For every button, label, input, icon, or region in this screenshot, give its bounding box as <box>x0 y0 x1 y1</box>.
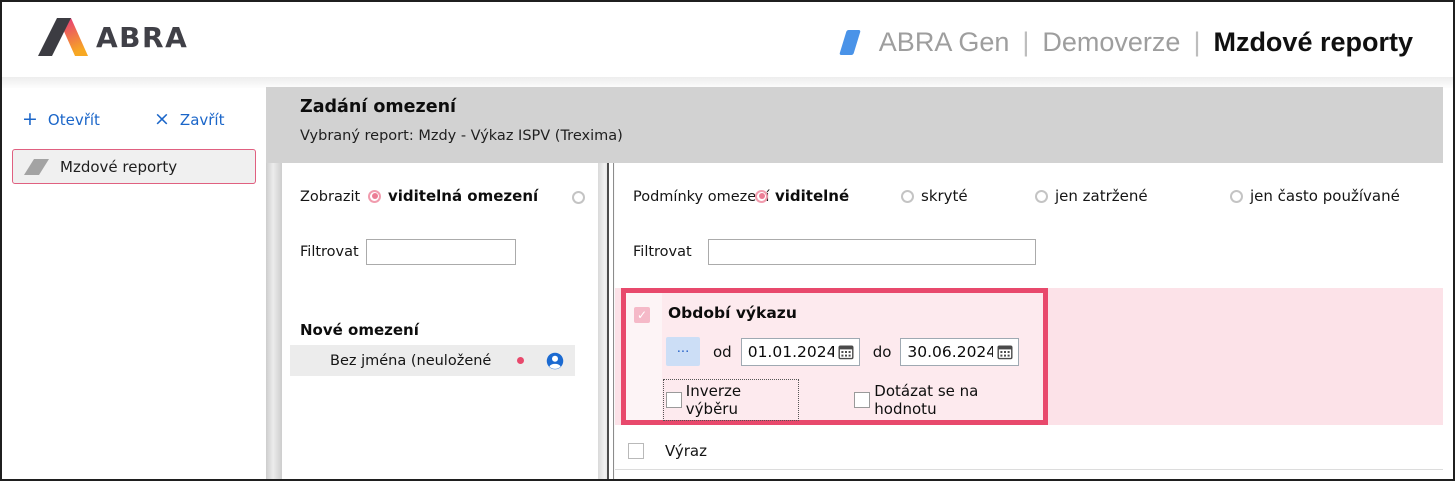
from-label: od <box>713 343 732 361</box>
radio-selected-icon[interactable] <box>755 190 768 203</box>
unsaved-dot-icon <box>517 357 524 364</box>
condition-title: Období výkazu <box>668 304 797 322</box>
condition-controls: ... od do <box>666 337 1019 366</box>
radio-icon[interactable] <box>1035 190 1048 203</box>
mid-splitter[interactable] <box>598 163 615 479</box>
radio-visible-label: viditelné <box>775 187 849 205</box>
breadcrumb-app: ABRA Gen <box>879 27 1010 58</box>
date-to-field[interactable] <box>900 338 1019 366</box>
ask-value-label: Dotázat se na hodnotu <box>874 382 1043 418</box>
panel-title: Zadání omezení <box>300 97 456 117</box>
app-header: ABRA ABRA Gen | Demoverze | Mzdové repor… <box>2 2 1453 77</box>
row-separator <box>615 469 1443 470</box>
calendar-icon[interactable] <box>997 344 1013 360</box>
more-button[interactable]: ... <box>666 337 700 366</box>
condition-options: Inverze výběru Dotázat se na hodnotu <box>666 382 1043 418</box>
checkbox-icon[interactable] <box>666 392 682 408</box>
calendar-icon[interactable] <box>838 344 854 360</box>
expression-checkbox[interactable] <box>628 443 644 459</box>
breadcrumb-separator: | <box>1022 27 1029 58</box>
close-icon: × <box>154 110 170 129</box>
radio-checked-only[interactable]: jen zatržené <box>1035 187 1148 205</box>
logo-wordmark: ABRA <box>96 21 188 54</box>
conditions-label: Podmínky omezení <box>633 189 769 205</box>
date-from-field[interactable] <box>741 338 860 366</box>
app-window: ABRA ABRA Gen | Demoverze | Mzdové repor… <box>0 0 1455 481</box>
left-splitter[interactable] <box>266 163 282 479</box>
sidebar: + Otevřít × Zavřít Mzdové reporty <box>2 88 264 479</box>
invert-selection-option[interactable]: Inverze výběru <box>666 382 796 418</box>
radio-frequent-only-label: jen často používané <box>1250 187 1400 205</box>
left-filter-input[interactable] <box>366 239 516 265</box>
checkbox-icon[interactable] <box>854 392 870 408</box>
abra-logo-icon <box>36 15 88 59</box>
radio-visible-restrictions[interactable]: viditelná omezení <box>368 187 538 205</box>
to-label: do <box>873 343 892 361</box>
abra-slash-icon <box>839 30 861 55</box>
right-filter-input[interactable] <box>708 239 1036 265</box>
right-filter-label: Filtrovat <box>633 244 692 260</box>
breadcrumb-separator: | <box>1193 27 1200 58</box>
open-button[interactable]: + Otevřít <box>22 110 100 129</box>
invert-selection-label: Inverze výběru <box>686 382 797 418</box>
radio-icon[interactable] <box>1230 190 1243 203</box>
radio-hidden[interactable]: skryté <box>901 187 968 205</box>
close-button-label: Zavřít <box>180 111 225 129</box>
radio-checked-only-label: jen zatržené <box>1055 187 1148 205</box>
new-restriction-label: Nové omezení <box>300 321 419 339</box>
show-label: Zobrazit <box>300 189 360 205</box>
date-from-input[interactable] <box>748 343 834 361</box>
sidebar-item-label: Mzdové reporty <box>60 158 177 176</box>
radio-icon[interactable] <box>901 190 914 203</box>
user-icon[interactable] <box>546 352 564 370</box>
panel-subtitle: Vybraný report: Mzdy - Výkaz ISPV (Trexi… <box>300 128 623 144</box>
abra-slash-icon <box>24 159 49 175</box>
expression-label: Výraz <box>665 442 707 460</box>
restriction-list-item[interactable]: Bez jména (neuložené <box>290 345 575 376</box>
ask-value-option[interactable]: Dotázat se na hodnotu <box>854 382 1043 418</box>
radio-frequent-only[interactable]: jen často používané <box>1230 187 1400 205</box>
expression-row[interactable]: Výraz <box>615 436 1443 466</box>
radio-selected-icon[interactable] <box>368 190 381 203</box>
open-button-label: Otevřít <box>48 111 100 129</box>
radio-hidden-restrictions-clipped[interactable] <box>572 191 585 204</box>
left-filter-label: Filtrovat <box>300 244 359 260</box>
page-title: Mzdové reporty <box>1213 27 1413 58</box>
restriction-item-label: Bez jména (neuložené <box>330 353 491 369</box>
breadcrumb: ABRA Gen | Demoverze | Mzdové reporty <box>843 22 1413 62</box>
check-icon: ✓ <box>637 308 647 322</box>
date-to-input[interactable] <box>907 343 993 361</box>
radio-visible-restrictions-label: viditelná omezení <box>388 187 538 205</box>
condition-box-obdobi-vykazu: ✓ Období výkazu ... od <box>621 288 1048 425</box>
radio-hidden-label: skryté <box>921 187 968 205</box>
condition-checked-checkbox[interactable]: ✓ <box>634 307 650 323</box>
plus-icon: + <box>22 110 38 129</box>
sidebar-item-mzdove-reporty[interactable]: Mzdové reporty <box>12 149 256 184</box>
close-button[interactable]: × Zavřít <box>154 110 224 129</box>
abra-logo: ABRA <box>36 15 188 59</box>
radio-visible[interactable]: viditelné <box>755 187 849 205</box>
breadcrumb-env: Demoverze <box>1042 27 1180 58</box>
